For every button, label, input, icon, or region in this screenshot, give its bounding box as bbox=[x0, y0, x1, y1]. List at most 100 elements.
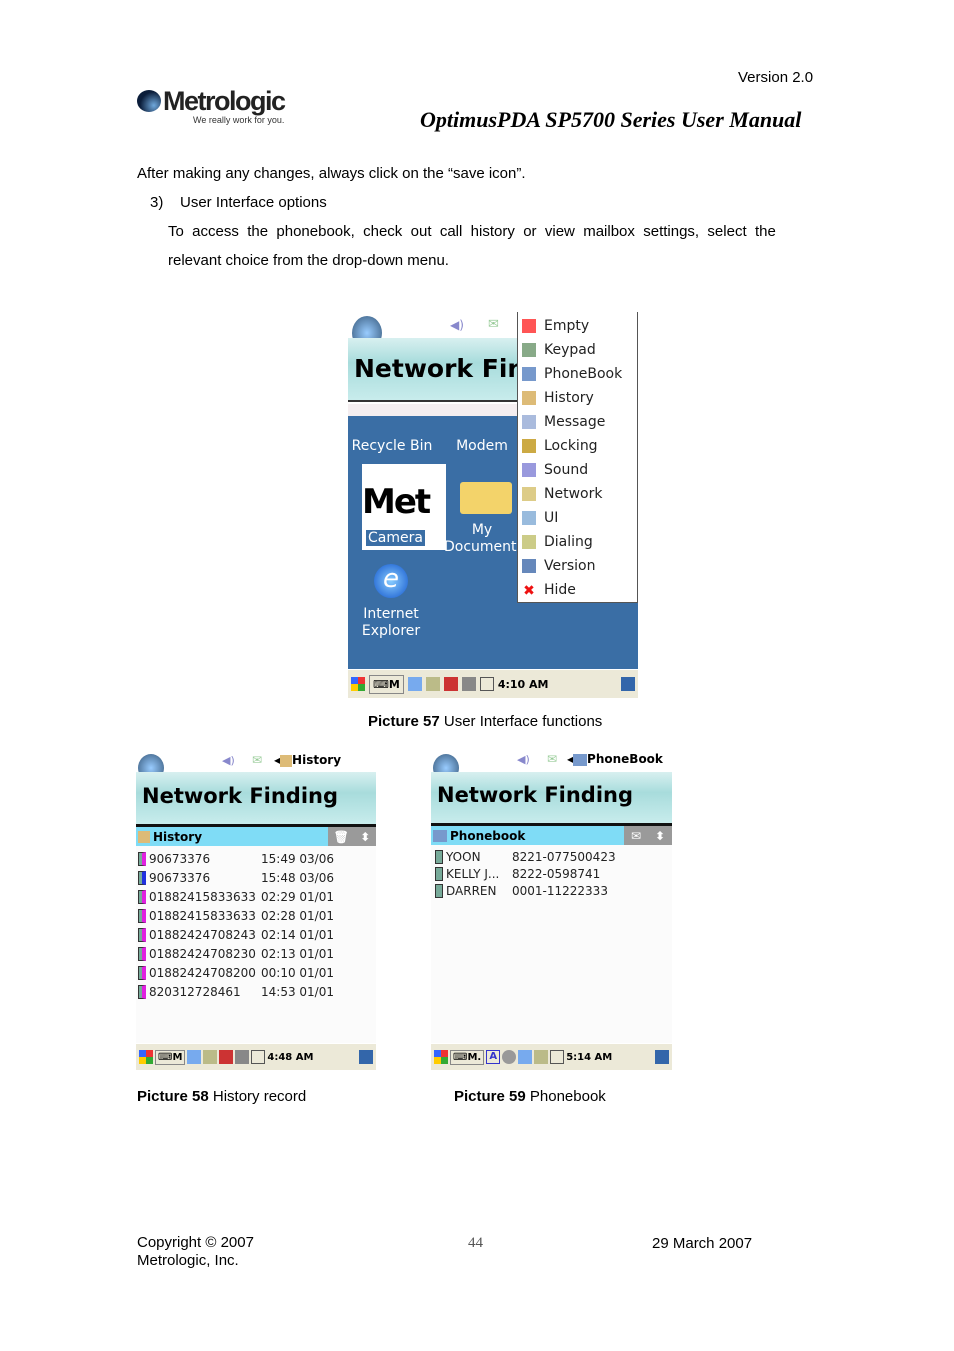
page-number: 44 bbox=[468, 1235, 483, 1251]
menu-item-sound[interactable]: Sound bbox=[518, 458, 637, 482]
phone-number: 90673376 bbox=[149, 870, 211, 885]
taskbar-app-button[interactable]: ⌨M bbox=[369, 674, 404, 694]
scroll-arrows-icon[interactable]: ⬍ bbox=[655, 829, 665, 843]
menu-item-hide[interactable]: ✖ Hide bbox=[518, 578, 637, 602]
keyboard-icon[interactable] bbox=[251, 1050, 266, 1064]
phone-number: 01882424708243 bbox=[149, 927, 256, 942]
keyboard-icon[interactable] bbox=[550, 1050, 565, 1064]
phone-number: 01882415833633 bbox=[149, 889, 256, 904]
menu-item-network[interactable]: Network bbox=[518, 482, 637, 506]
mail-icon[interactable]: ✉ bbox=[488, 317, 499, 332]
power-plug-icon[interactable] bbox=[534, 1050, 549, 1064]
app-title: Network Finding bbox=[142, 784, 339, 808]
start-icon[interactable] bbox=[434, 1050, 448, 1064]
speaker-icon[interactable]: ◀) bbox=[222, 754, 235, 767]
sync-icon[interactable] bbox=[235, 1050, 250, 1064]
sync-icon[interactable] bbox=[461, 677, 476, 691]
pda-screen-phonebook: ◀) ✉ ◂ PhoneBook Network Finding Phoneboo… bbox=[431, 750, 672, 1070]
logo-mark-icon bbox=[137, 90, 161, 112]
desktop-icon-modem[interactable]: Modem bbox=[444, 438, 520, 454]
menu-item-message[interactable]: Message bbox=[518, 410, 637, 434]
paragraph: After making any changes, always click o… bbox=[137, 165, 526, 182]
keypad-icon bbox=[522, 343, 536, 357]
top-bar: ◀) ✉ ◂ PhoneBook bbox=[431, 750, 672, 782]
disconnected-icon[interactable] bbox=[443, 677, 458, 691]
history-row[interactable]: 90673376 15:49 03/06 bbox=[138, 849, 334, 868]
mail-icon[interactable]: ✉ bbox=[252, 753, 262, 767]
phonebook-icon bbox=[573, 753, 588, 766]
network-icon[interactable] bbox=[407, 677, 422, 691]
keyboard-icon[interactable] bbox=[479, 677, 494, 691]
menu-selector[interactable]: ◂ History bbox=[274, 753, 341, 767]
menu-item-ui[interactable]: UI bbox=[518, 506, 637, 530]
delete-icon[interactable]: 🗑 bbox=[334, 830, 349, 844]
windows-switch-icon[interactable] bbox=[655, 1050, 669, 1064]
phone-number: 90673376 bbox=[149, 851, 211, 866]
speaker-icon[interactable]: ◀) bbox=[450, 318, 464, 332]
menu-item-locking[interactable]: Locking bbox=[518, 434, 637, 458]
start-icon[interactable] bbox=[351, 677, 365, 691]
disconnected-icon[interactable] bbox=[219, 1050, 234, 1064]
list-item-label: User Interface options bbox=[180, 194, 327, 211]
network-icon[interactable] bbox=[187, 1050, 202, 1064]
history-row[interactable]: 01882415833633 02:28 01/01 bbox=[138, 906, 334, 925]
menu-item-version[interactable]: Version bbox=[518, 554, 637, 578]
contact-row[interactable]: DARREN 0001-11222333 bbox=[435, 881, 608, 900]
power-plug-icon[interactable] bbox=[203, 1050, 218, 1064]
power-plug-icon[interactable] bbox=[425, 677, 440, 691]
desktop-icon-internet-explorer[interactable]: Internet Explorer bbox=[352, 606, 430, 640]
history-row[interactable]: 90673376 15:48 03/06 bbox=[138, 868, 334, 887]
incoming-call-icon bbox=[138, 851, 146, 866]
paragraph: relevant choice from the drop-down menu. bbox=[168, 252, 449, 269]
camera-image: Met Camera bbox=[362, 464, 446, 550]
history-row[interactable]: 820312728461 14:53 01/01 bbox=[138, 982, 334, 1001]
top-bar: ◀) ✉ ◂ History bbox=[136, 750, 376, 782]
caption-picture-57: Picture 57 User Interface functions bbox=[368, 713, 603, 730]
folder-icon bbox=[460, 482, 512, 514]
menu-item-empty[interactable]: Empty bbox=[518, 314, 637, 338]
history-row[interactable]: 01882415833633 02:29 01/01 bbox=[138, 887, 334, 906]
incoming-call-icon bbox=[138, 965, 146, 980]
color-wheel-icon[interactable] bbox=[502, 1050, 517, 1064]
taskbar-app-button[interactable]: ⌨M. bbox=[450, 1049, 485, 1065]
phone-number: 01882415833633 bbox=[149, 908, 256, 923]
contact-number: 8222-0598741 bbox=[512, 866, 601, 881]
add-contact-icon[interactable]: ✉ bbox=[631, 829, 641, 843]
history-row[interactable]: 01882424708230 02:13 01/01 bbox=[138, 944, 334, 963]
outgoing-call-icon bbox=[138, 870, 146, 885]
desktop-icon-recycle-bin[interactable]: Recycle Bin bbox=[350, 438, 434, 454]
call-time: 02:28 01/01 bbox=[261, 908, 334, 923]
taskbar: ⌨M. A 5:14 AM bbox=[431, 1043, 672, 1070]
windows-switch-icon[interactable] bbox=[621, 677, 635, 691]
clock[interactable]: 4:10 AM bbox=[498, 678, 549, 691]
app-title: Network Finding bbox=[437, 783, 634, 807]
list-header: History 🗑 ⬍ bbox=[136, 824, 376, 846]
history-row[interactable]: 01882424708243 02:14 01/01 bbox=[138, 925, 334, 944]
metrologic-logo: Metrologic We really work for you. bbox=[137, 86, 317, 130]
menu-item-phonebook[interactable]: PhoneBook bbox=[518, 362, 637, 386]
speaker-icon[interactable]: ◀) bbox=[517, 753, 530, 766]
manual-title: OptimusPDA SP5700 Series User Manual bbox=[420, 107, 802, 132]
taskbar-app-button[interactable]: ⌨M bbox=[155, 1049, 186, 1065]
mail-icon[interactable]: ✉ bbox=[547, 752, 557, 766]
pda-screen-history: ◀) ✉ ◂ History Network Finding History 🗑 ⬍… bbox=[136, 750, 376, 1070]
network-icon[interactable] bbox=[518, 1050, 533, 1064]
menu-item-history[interactable]: History bbox=[518, 386, 637, 410]
input-mode-icon[interactable]: A bbox=[486, 1050, 501, 1064]
start-icon[interactable] bbox=[139, 1050, 153, 1064]
contact-name: DARREN bbox=[446, 883, 497, 898]
call-time: 02:13 01/01 bbox=[261, 946, 334, 961]
desktop-icon-camera[interactable]: Camera bbox=[366, 530, 425, 546]
windows-switch-icon[interactable] bbox=[359, 1050, 373, 1064]
clock[interactable]: 5:14 AM bbox=[566, 1052, 612, 1063]
history-row[interactable]: 01882424708200 00:10 01/01 bbox=[138, 963, 334, 982]
desktop-icon-my-documents[interactable]: My Documents bbox=[444, 522, 524, 556]
menu-item-keypad[interactable]: Keypad bbox=[518, 338, 637, 362]
menu-selector[interactable]: ◂ PhoneBook bbox=[567, 752, 663, 766]
menu-item-dialing[interactable]: Dialing bbox=[518, 530, 637, 554]
scroll-arrows-icon[interactable]: ⬍ bbox=[360, 830, 370, 844]
caption-picture-58: Picture 58 History record bbox=[137, 1088, 307, 1105]
call-time: 14:53 01/01 bbox=[261, 984, 334, 999]
phonebook-icon bbox=[522, 367, 536, 381]
clock[interactable]: 4:48 AM bbox=[267, 1052, 313, 1063]
